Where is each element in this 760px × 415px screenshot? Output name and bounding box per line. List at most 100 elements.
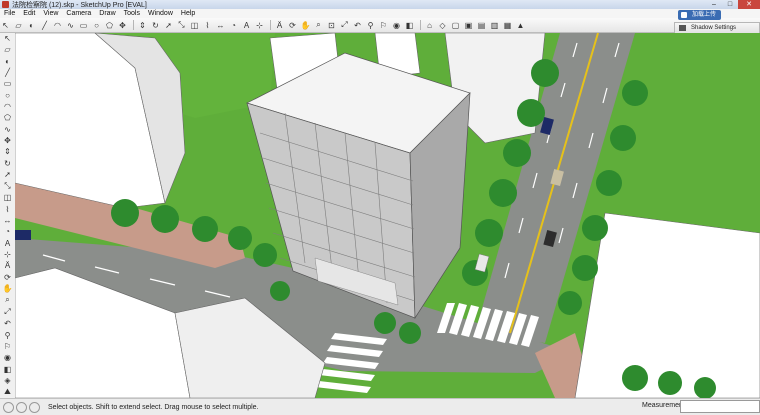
top-toolbar: ↖ ▱ ◐ ╱ ◠ ∿ ▭ ○ ⬠ ✥ ⇕ ↻ ➚ ⤡ ◫ ⌇ ↔ ◔ A ⊹ Ä ⟳ ✋ ⌕ ⊡ ⤢ ↶ ⚲ ⚐ ◉ ◧ ⌂ ◇ ▢ ▣ ▤ ▥ ▦ ▲	[0, 18, 760, 33]
offset-icon[interactable]: ◫	[189, 20, 200, 31]
tape-icon[interactable]: ⌇	[2, 205, 13, 214]
paint-icon[interactable]: ◐	[2, 57, 13, 66]
menu-view[interactable]: View	[39, 9, 62, 18]
line-icon[interactable]: ╱	[2, 68, 13, 77]
home-icon[interactable]: ⌂	[424, 20, 435, 31]
followme-icon[interactable]: ➚	[2, 170, 13, 179]
menu-edit[interactable]: Edit	[19, 9, 39, 18]
sandbox-icon[interactable]: ◈	[2, 376, 13, 385]
rectangle-icon[interactable]: ▭	[2, 79, 13, 88]
polygon-icon[interactable]: ⬠	[104, 20, 115, 31]
zoom-icon[interactable]: ⌕	[2, 295, 13, 305]
pushpull-icon[interactable]: ⇕	[137, 20, 148, 31]
position-camera-icon[interactable]: ⚲	[365, 20, 376, 31]
select-icon[interactable]: ↖	[0, 20, 11, 31]
upload-badge[interactable]: 加载上传	[678, 10, 722, 20]
arc-icon[interactable]: ◠	[2, 102, 13, 111]
status-message: Select objects. Shift to extend select. …	[48, 403, 259, 411]
menu-draw[interactable]: Draw	[95, 9, 119, 18]
back-icon[interactable]: ▥	[489, 20, 500, 31]
menu-bar: File Edit View Camera Draw Tools Window …	[0, 9, 760, 18]
rotate-icon[interactable]: ↻	[150, 20, 161, 31]
look-icon[interactable]: ◉	[2, 353, 13, 362]
eraser-icon[interactable]: ▱	[13, 20, 24, 31]
pushpull-icon[interactable]: ⇕	[2, 147, 13, 156]
menu-file[interactable]: File	[0, 9, 19, 18]
circle-icon[interactable]: ○	[91, 20, 102, 31]
offset-icon[interactable]: ◫	[2, 193, 13, 202]
terrain-icon[interactable]: ⛰	[2, 387, 13, 397]
left-toolbar: ↖ ▱ ◐ ╱ ▭ ○ ◠ ⬠ ∿ ✥ ⇕ ↻ ➚ ⤡ ◫ ⌇ ↔ ◔ A ⊹ Ä ⟳ ✋ ⌕ ⤢ ↶ ⚲ ⚐ ◉ ◧ ◈ ⛰	[0, 33, 16, 398]
text-icon[interactable]: A	[2, 239, 13, 248]
help-icon[interactable]	[29, 401, 40, 413]
zoom-extents-icon[interactable]: ⤢	[2, 307, 13, 317]
orbit-icon[interactable]: ⟳	[287, 20, 298, 31]
select-icon[interactable]: ↖	[2, 34, 13, 43]
eraser-icon[interactable]: ▱	[2, 45, 13, 54]
move-icon[interactable]: ✥	[117, 20, 128, 31]
model-viewport[interactable]	[15, 33, 760, 398]
circle-icon[interactable]: ○	[2, 91, 13, 100]
axes-icon[interactable]: ⊹	[2, 250, 13, 259]
right-building	[574, 212, 760, 398]
lookaround-icon[interactable]: ◉	[391, 20, 402, 31]
front-icon[interactable]: ▣	[463, 20, 474, 31]
upload-badge-label: 加载上传	[692, 12, 717, 18]
position-icon[interactable]: ⚲	[2, 331, 13, 340]
walk-icon[interactable]: ⚐	[378, 20, 389, 31]
minimize-button[interactable]: –	[706, 0, 722, 9]
menu-help[interactable]: Help	[177, 9, 199, 18]
protractor-icon[interactable]: ◔	[228, 20, 239, 31]
tape-icon[interactable]: ⌇	[202, 20, 213, 31]
iso-icon[interactable]: ◇	[437, 20, 448, 31]
polygon-icon[interactable]: ⬠	[2, 113, 13, 122]
scale-icon[interactable]: ⤡	[2, 181, 13, 191]
pan-icon[interactable]: ✋	[2, 284, 13, 293]
scale-icon[interactable]: ⤡	[176, 20, 187, 31]
walk-icon[interactable]: ⚐	[2, 342, 13, 351]
3dtext-icon[interactable]: Ä	[2, 261, 13, 270]
maximize-button[interactable]: □	[722, 0, 738, 9]
menu-camera[interactable]: Camera	[62, 9, 95, 18]
previous-icon[interactable]: ↶	[2, 319, 13, 328]
zoom-icon[interactable]: ⌕	[313, 20, 324, 31]
toolbar-separator	[420, 20, 421, 30]
3dtext-icon[interactable]: Ä	[274, 20, 285, 31]
window-controls: – □ ✕	[706, 0, 760, 9]
top-icon[interactable]: ▢	[450, 20, 461, 31]
dimension-icon[interactable]: ↔	[215, 20, 226, 31]
zoom-window-icon[interactable]: ⊡	[326, 20, 337, 31]
right-icon[interactable]: ▤	[476, 20, 487, 31]
freehand-icon[interactable]: ∿	[65, 20, 76, 31]
menu-window[interactable]: Window	[144, 9, 177, 18]
text-icon[interactable]: A	[241, 20, 252, 31]
rectangle-icon[interactable]: ▭	[78, 20, 89, 31]
menu-tools[interactable]: Tools	[120, 9, 144, 18]
close-button[interactable]: ✕	[738, 0, 760, 9]
toolbar-separator	[133, 20, 134, 30]
axes-icon[interactable]: ⊹	[254, 20, 265, 31]
scene-svg[interactable]	[15, 33, 760, 398]
warehouse-icon[interactable]: ▲	[515, 20, 526, 31]
paint-icon[interactable]: ◐	[26, 20, 37, 31]
move-icon[interactable]: ✥	[2, 136, 13, 145]
shadow-settings-label: Shadow Settings	[691, 25, 737, 31]
left-icon[interactable]: ▦	[502, 20, 513, 31]
orbit-icon[interactable]: ⟳	[2, 273, 13, 282]
tray-panel: 加载上传 Shadow Settings	[674, 10, 760, 34]
section-icon[interactable]: ◧	[2, 365, 13, 374]
arc-icon[interactable]: ◠	[52, 20, 63, 31]
followme-icon[interactable]: ➚	[163, 20, 174, 31]
protractor-icon[interactable]: ◔	[2, 227, 13, 236]
rotate-icon[interactable]: ↻	[2, 159, 13, 168]
section-icon[interactable]: ◧	[404, 20, 415, 31]
zoom-extents-icon[interactable]: ⤢	[339, 20, 350, 31]
freehand-icon[interactable]: ∿	[2, 125, 13, 134]
measurements-input[interactable]	[680, 400, 760, 413]
dimension-icon[interactable]: ↔	[2, 216, 13, 225]
previous-icon[interactable]: ↶	[352, 20, 363, 31]
geo-icon[interactable]	[3, 401, 14, 413]
line-icon[interactable]: ╱	[39, 20, 50, 31]
credits-icon[interactable]	[16, 401, 27, 413]
pan-icon[interactable]: ✋	[300, 20, 311, 31]
